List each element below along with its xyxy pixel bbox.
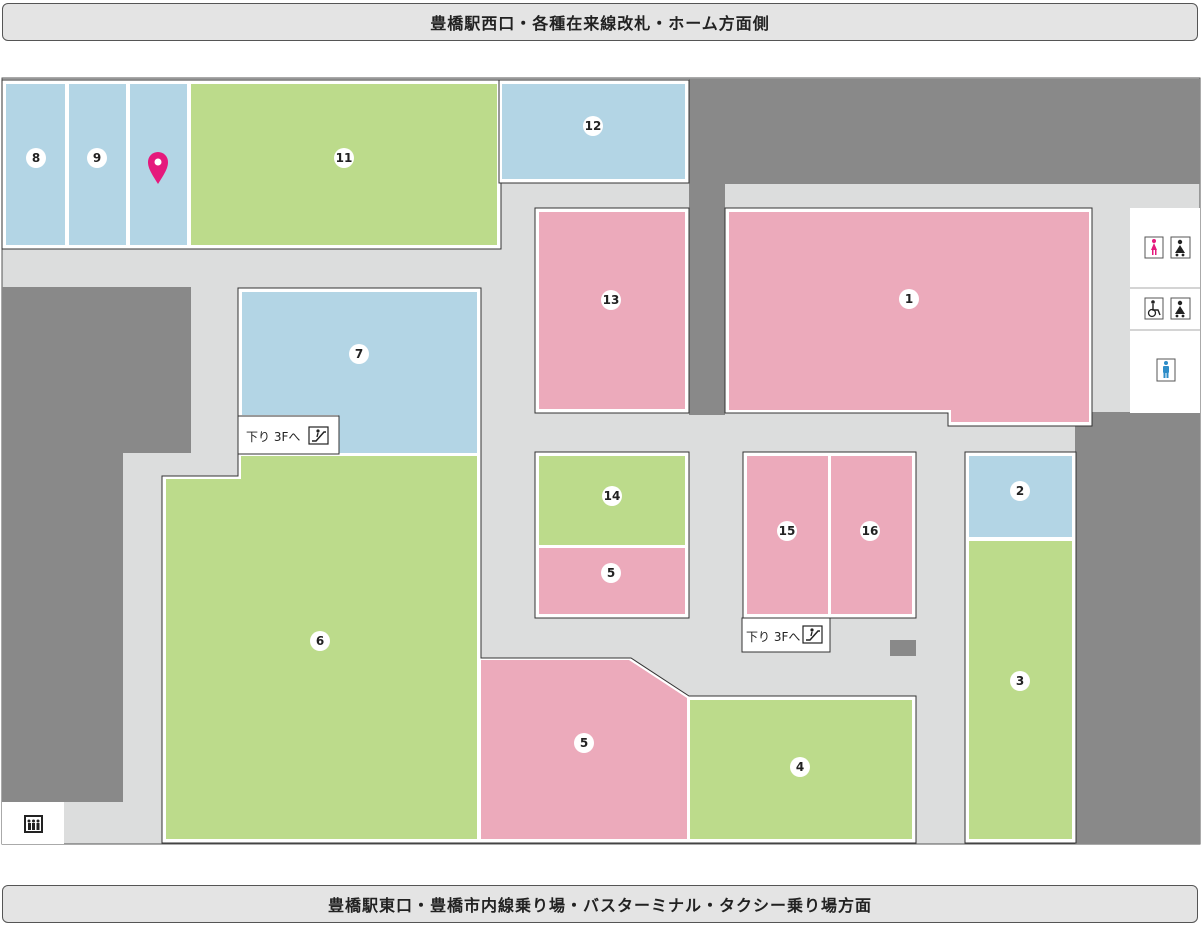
shop-5b[interactable]: 5 <box>481 660 687 839</box>
shop-number: 12 <box>585 119 602 133</box>
shop-number: 16 <box>862 524 879 538</box>
shop-number: 5 <box>607 566 615 580</box>
baby-care-icon[interactable] <box>1170 236 1191 259</box>
shop-12[interactable]: 12 <box>502 84 685 179</box>
floor-map: 8 9 11 12 13 1 7 6 14 5 15 16 2 3 5 4 下り 3Fへ 下り 3Fへ <box>1 77 1201 845</box>
shop-1[interactable]: 1 <box>729 212 1089 422</box>
escalator-note-2[interactable]: 下り 3Fへ <box>741 617 831 653</box>
shop-11[interactable]: 11 <box>191 84 497 245</box>
wheelchair-icon[interactable] <box>1144 297 1164 320</box>
shop-2[interactable]: 2 <box>969 456 1072 537</box>
shop-13[interactable]: 13 <box>539 212 685 409</box>
escalator-note-text: 下り 3Fへ <box>746 630 800 644</box>
shop-3[interactable]: 3 <box>969 541 1072 839</box>
escalator-icon <box>802 625 823 644</box>
blocked-area <box>890 640 916 656</box>
shop-number: 11 <box>336 151 353 165</box>
shop-number: 5 <box>580 736 588 750</box>
shop-5a[interactable]: 5 <box>539 548 685 614</box>
shop-9[interactable]: 9 <box>69 84 126 245</box>
blocked-area <box>2 287 191 453</box>
blocked-area <box>689 79 1200 184</box>
mens-toilet-icon[interactable] <box>1156 358 1176 382</box>
elevator-icon[interactable] <box>24 815 43 833</box>
shop-number: 13 <box>603 293 620 307</box>
shop-8[interactable]: 8 <box>6 84 65 245</box>
shop-area <box>729 212 1089 422</box>
shop-6[interactable]: 6 <box>166 456 477 839</box>
shop-number: 2 <box>1016 484 1024 498</box>
escalator-note-1[interactable]: 下り 3Fへ <box>237 415 340 455</box>
shop-area <box>539 212 685 409</box>
blocked-area <box>2 452 123 802</box>
blocked-area <box>1075 412 1200 844</box>
shop-16[interactable]: 16 <box>831 456 912 614</box>
shop-15[interactable]: 15 <box>747 456 828 614</box>
escalator-note-text: 下り 3Fへ <box>246 430 300 444</box>
shop-number: 4 <box>796 760 804 774</box>
womens-toilet-icon[interactable] <box>1144 236 1164 259</box>
shop-4[interactable]: 4 <box>690 700 912 839</box>
shop-number: 1 <box>905 292 913 306</box>
blocked-area <box>689 183 725 415</box>
shop-number: 14 <box>604 489 621 503</box>
shop-number: 9 <box>93 151 101 165</box>
baby-care-icon[interactable] <box>1170 297 1191 320</box>
shop-number: 3 <box>1016 674 1024 688</box>
escalator-icon <box>308 426 329 445</box>
bottom-banner: 豊橋駅東口・豊橋市内線乗り場・バスターミナル・タクシー乗り場方面 <box>2 885 1198 923</box>
shop-number: 6 <box>316 634 324 648</box>
shop-number: 7 <box>355 347 363 361</box>
shop-14[interactable]: 14 <box>539 456 685 545</box>
shop-number: 8 <box>32 151 40 165</box>
shop-number: 15 <box>779 524 796 538</box>
